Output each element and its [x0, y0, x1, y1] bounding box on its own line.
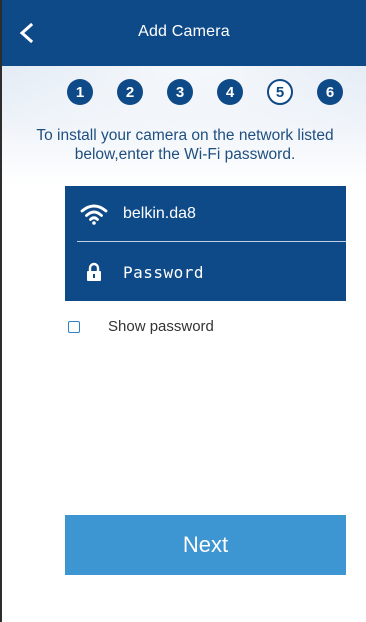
app-header: Add Camera: [2, 0, 366, 66]
show-password-toggle[interactable]: Show password: [68, 318, 214, 335]
step-indicator: 1 2 3 4 5 6: [0, 79, 366, 105]
step-6: 6: [317, 79, 343, 105]
show-password-checkbox[interactable]: [68, 320, 80, 333]
step-2: 2: [117, 79, 143, 105]
step-5-current: 5: [267, 79, 293, 105]
step-3: 3: [167, 79, 193, 105]
instruction-text: To install your camera on the network li…: [36, 127, 334, 163]
step-1: 1: [67, 79, 93, 105]
page-title: Add Camera: [138, 23, 230, 40]
network-card: belkin.da8: [65, 186, 346, 301]
lock-icon: [87, 262, 101, 281]
password-input[interactable]: [123, 252, 334, 292]
show-password-label: Show password: [108, 318, 214, 335]
password-row: [65, 244, 346, 300]
wifi-icon: [80, 204, 108, 225]
network-ssid: belkin.da8: [123, 205, 196, 222]
next-button[interactable]: Next: [65, 515, 346, 575]
network-row: belkin.da8: [65, 186, 346, 242]
add-camera-screen: Add Camera 1 2 3 4 5 6 To install your c…: [0, 0, 366, 622]
divider: [77, 241, 346, 242]
step-4: 4: [217, 79, 243, 105]
